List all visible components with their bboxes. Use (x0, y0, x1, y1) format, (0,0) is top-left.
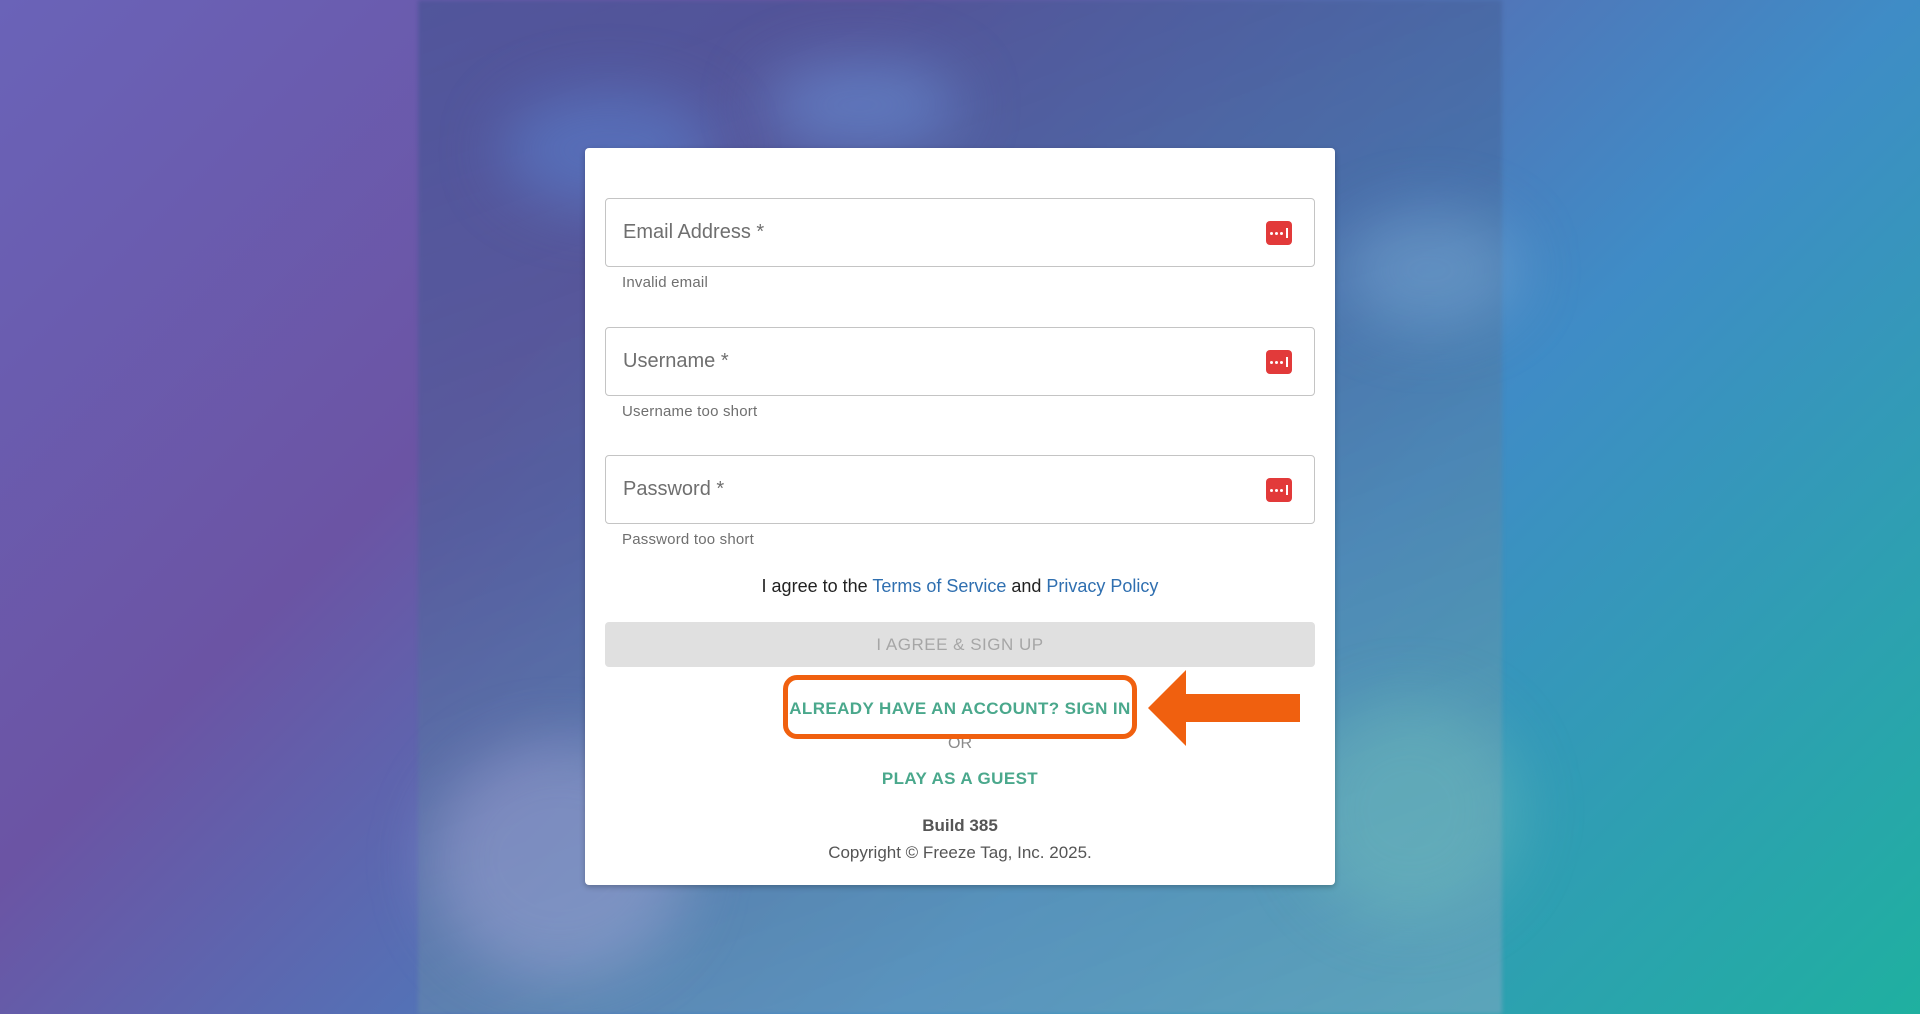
play-as-guest-link[interactable]: PLAY AS A GUEST (585, 769, 1335, 789)
terms-agreement: I agree to the Terms of Service and Priv… (585, 576, 1335, 597)
background-blur (760, 60, 960, 150)
signup-card: Email Address * Invalid email Username *… (585, 148, 1335, 885)
build-number: Build 385 (922, 816, 998, 835)
arrow-left-icon (1148, 670, 1300, 746)
username-field[interactable]: Username * (605, 327, 1315, 396)
password-field[interactable]: Password * (605, 455, 1315, 524)
privacy-policy-link[interactable]: Privacy Policy (1046, 576, 1158, 596)
username-error-text: Username too short (622, 403, 758, 420)
email-field[interactable]: Email Address * (605, 198, 1315, 267)
password-error-text: Password too short (622, 531, 754, 548)
agree-conjunction: and (1006, 576, 1047, 596)
username-label: Username * (623, 350, 729, 372)
password-manager-icon[interactable] (1266, 221, 1292, 245)
password-label: Password * (623, 478, 725, 500)
agree-signup-button[interactable]: I AGREE & SIGN UP (605, 622, 1315, 667)
background-blur (1340, 210, 1520, 330)
email-label: Email Address * (623, 221, 765, 243)
annotation-highlight-box (783, 675, 1137, 739)
password-manager-icon[interactable] (1266, 478, 1292, 502)
terms-of-service-link[interactable]: Terms of Service (872, 576, 1006, 596)
agree-prefix: I agree to the (761, 576, 873, 596)
password-manager-icon[interactable] (1266, 350, 1292, 374)
email-error-text: Invalid email (622, 274, 708, 291)
copyright-text: Copyright © Freeze Tag, Inc. 2025. (828, 843, 1092, 862)
